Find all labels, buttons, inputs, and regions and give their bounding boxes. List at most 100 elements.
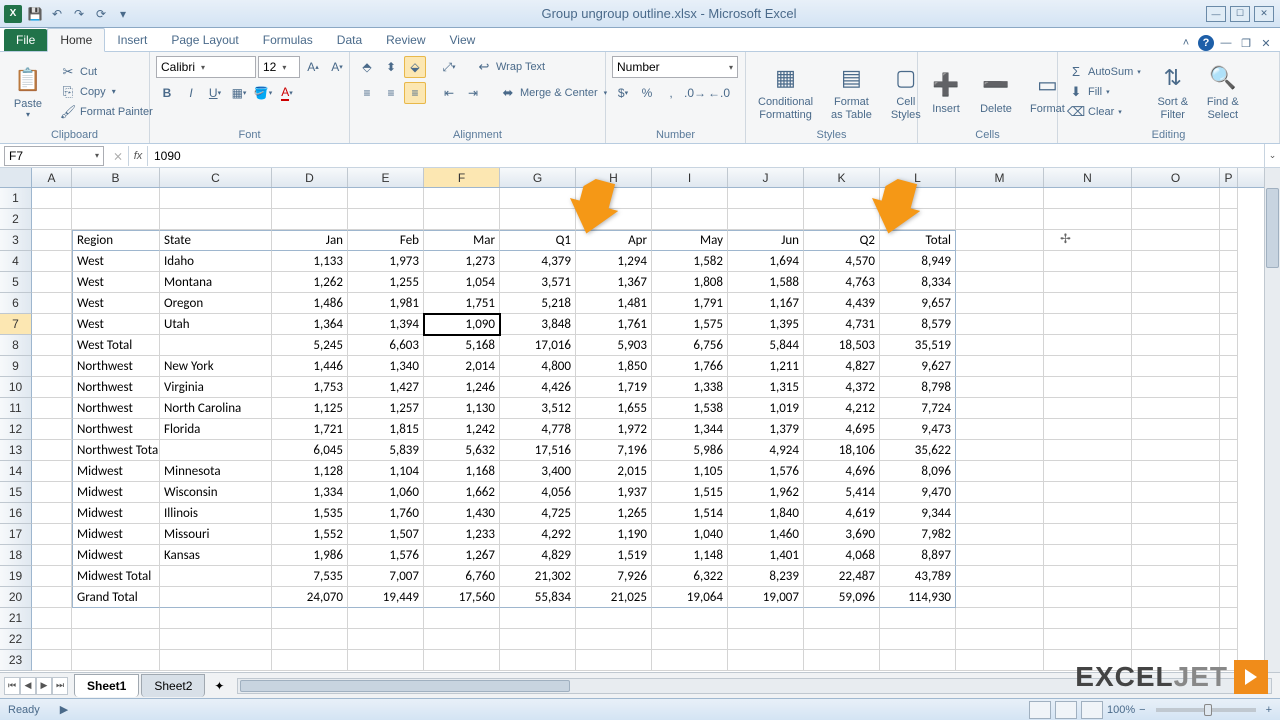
cell[interactable]: 7,982 (880, 524, 956, 545)
column-header-N[interactable]: N (1044, 168, 1132, 187)
delete-cells-button[interactable]: ➖Delete (974, 67, 1018, 117)
decrease-indent-icon[interactable]: ⇤ (438, 82, 460, 104)
conditional-formatting-button[interactable]: ▦Conditional Formatting (752, 60, 819, 122)
cell[interactable] (880, 608, 956, 629)
cell[interactable]: 1,662 (424, 482, 500, 503)
zoom-in-icon[interactable]: + (1266, 704, 1272, 716)
cell[interactable]: 6,322 (652, 566, 728, 587)
scroll-thumb[interactable] (1266, 188, 1279, 268)
sort-filter-button[interactable]: ⇅Sort & Filter (1151, 60, 1195, 122)
cell[interactable] (804, 650, 880, 671)
cell[interactable]: 2,014 (424, 356, 500, 377)
cell[interactable] (576, 608, 652, 629)
cell[interactable]: West Total (72, 335, 160, 356)
cell[interactable]: 5,168 (424, 335, 500, 356)
cell[interactable]: 1,294 (576, 251, 652, 272)
cell[interactable]: 3,571 (500, 272, 576, 293)
cell[interactable] (1132, 629, 1220, 650)
cell[interactable] (1044, 314, 1132, 335)
font-name-combo[interactable]: Calibri▾ (156, 56, 256, 78)
row-header-21[interactable]: 21 (0, 608, 32, 629)
cell[interactable]: 1,167 (728, 293, 804, 314)
cell[interactable]: 1,168 (424, 461, 500, 482)
cell[interactable]: 1,401 (728, 545, 804, 566)
cell[interactable] (272, 209, 348, 230)
review-tab[interactable]: Review (374, 29, 437, 51)
shrink-font-icon[interactable]: A▾ (326, 56, 348, 78)
wrap-text-button[interactable]: ↩Wrap Text (472, 58, 549, 76)
cell[interactable]: Minnesota (160, 461, 272, 482)
cell[interactable]: Midwest (72, 524, 160, 545)
cell[interactable] (1220, 461, 1238, 482)
cell[interactable]: Idaho (160, 251, 272, 272)
cell[interactable]: 8,239 (728, 566, 804, 587)
cell[interactable] (32, 188, 72, 209)
cell[interactable] (1132, 230, 1220, 251)
font-size-combo[interactable]: 12▾ (258, 56, 300, 78)
cell[interactable]: 1,394 (348, 314, 424, 335)
orientation-icon[interactable]: ⤢▾ (438, 56, 460, 78)
bold-icon[interactable]: B (156, 82, 178, 104)
cell[interactable]: 1,760 (348, 503, 424, 524)
cell[interactable] (956, 314, 1044, 335)
cell[interactable]: 1,507 (348, 524, 424, 545)
cell[interactable] (1132, 419, 1220, 440)
format-painter-button[interactable]: 🖌Format Painter (56, 103, 157, 121)
cell[interactable]: 1,962 (728, 482, 804, 503)
cell[interactable]: 9,627 (880, 356, 956, 377)
cell[interactable]: 1,937 (576, 482, 652, 503)
row-header-1[interactable]: 1 (0, 188, 32, 209)
cell[interactable] (956, 293, 1044, 314)
cell[interactable]: 6,603 (348, 335, 424, 356)
cell[interactable]: 5,903 (576, 335, 652, 356)
cell[interactable]: 2,015 (576, 461, 652, 482)
row-header-5[interactable]: 5 (0, 272, 32, 293)
cell[interactable]: 8,949 (880, 251, 956, 272)
cell[interactable]: 1,105 (652, 461, 728, 482)
cell[interactable]: 5,839 (348, 440, 424, 461)
cell[interactable]: 1,655 (576, 398, 652, 419)
cell[interactable]: 1,753 (272, 377, 348, 398)
column-header-F[interactable]: F (424, 168, 500, 187)
row-header-11[interactable]: 11 (0, 398, 32, 419)
fill-color-icon[interactable]: 🪣▾ (252, 82, 274, 104)
cell[interactable] (160, 188, 272, 209)
row-header-17[interactable]: 17 (0, 524, 32, 545)
cell[interactable] (804, 629, 880, 650)
cell[interactable]: 1,257 (348, 398, 424, 419)
cell[interactable]: Wisconsin (160, 482, 272, 503)
cell[interactable]: 4,068 (804, 545, 880, 566)
close-button[interactable]: ✕ (1254, 6, 1274, 22)
cell[interactable] (1220, 482, 1238, 503)
row-header-19[interactable]: 19 (0, 566, 32, 587)
cell[interactable] (1220, 587, 1238, 608)
accounting-format-icon[interactable]: $▾ (612, 82, 634, 104)
cell[interactable]: Mar (424, 230, 500, 251)
cell[interactable]: 7,535 (272, 566, 348, 587)
cell[interactable]: 55,834 (500, 587, 576, 608)
cell[interactable]: 4,619 (804, 503, 880, 524)
cell[interactable]: 1,815 (348, 419, 424, 440)
cell[interactable] (1132, 293, 1220, 314)
cell[interactable]: Northwest (72, 419, 160, 440)
row-header-22[interactable]: 22 (0, 629, 32, 650)
cell[interactable] (1044, 356, 1132, 377)
cell[interactable]: 17,560 (424, 587, 500, 608)
cell[interactable] (1044, 524, 1132, 545)
minimize-ribbon-icon[interactable]: ˄ (1178, 35, 1194, 51)
cell[interactable]: West (72, 251, 160, 272)
cell[interactable]: 8,579 (880, 314, 956, 335)
cell[interactable] (956, 545, 1044, 566)
cell[interactable]: Northwest (72, 356, 160, 377)
sheet-nav-prev-icon[interactable]: ◀ (20, 677, 36, 695)
cell[interactable]: 21,025 (576, 587, 652, 608)
cell[interactable] (956, 335, 1044, 356)
cell[interactable] (1044, 461, 1132, 482)
cell[interactable] (1132, 398, 1220, 419)
cell[interactable]: 1,334 (272, 482, 348, 503)
cell[interactable] (424, 188, 500, 209)
cell[interactable]: Missouri (160, 524, 272, 545)
sheet-nav-last-icon[interactable]: ⏭ (52, 677, 68, 695)
cell[interactable] (1220, 524, 1238, 545)
cell[interactable]: 1,379 (728, 419, 804, 440)
